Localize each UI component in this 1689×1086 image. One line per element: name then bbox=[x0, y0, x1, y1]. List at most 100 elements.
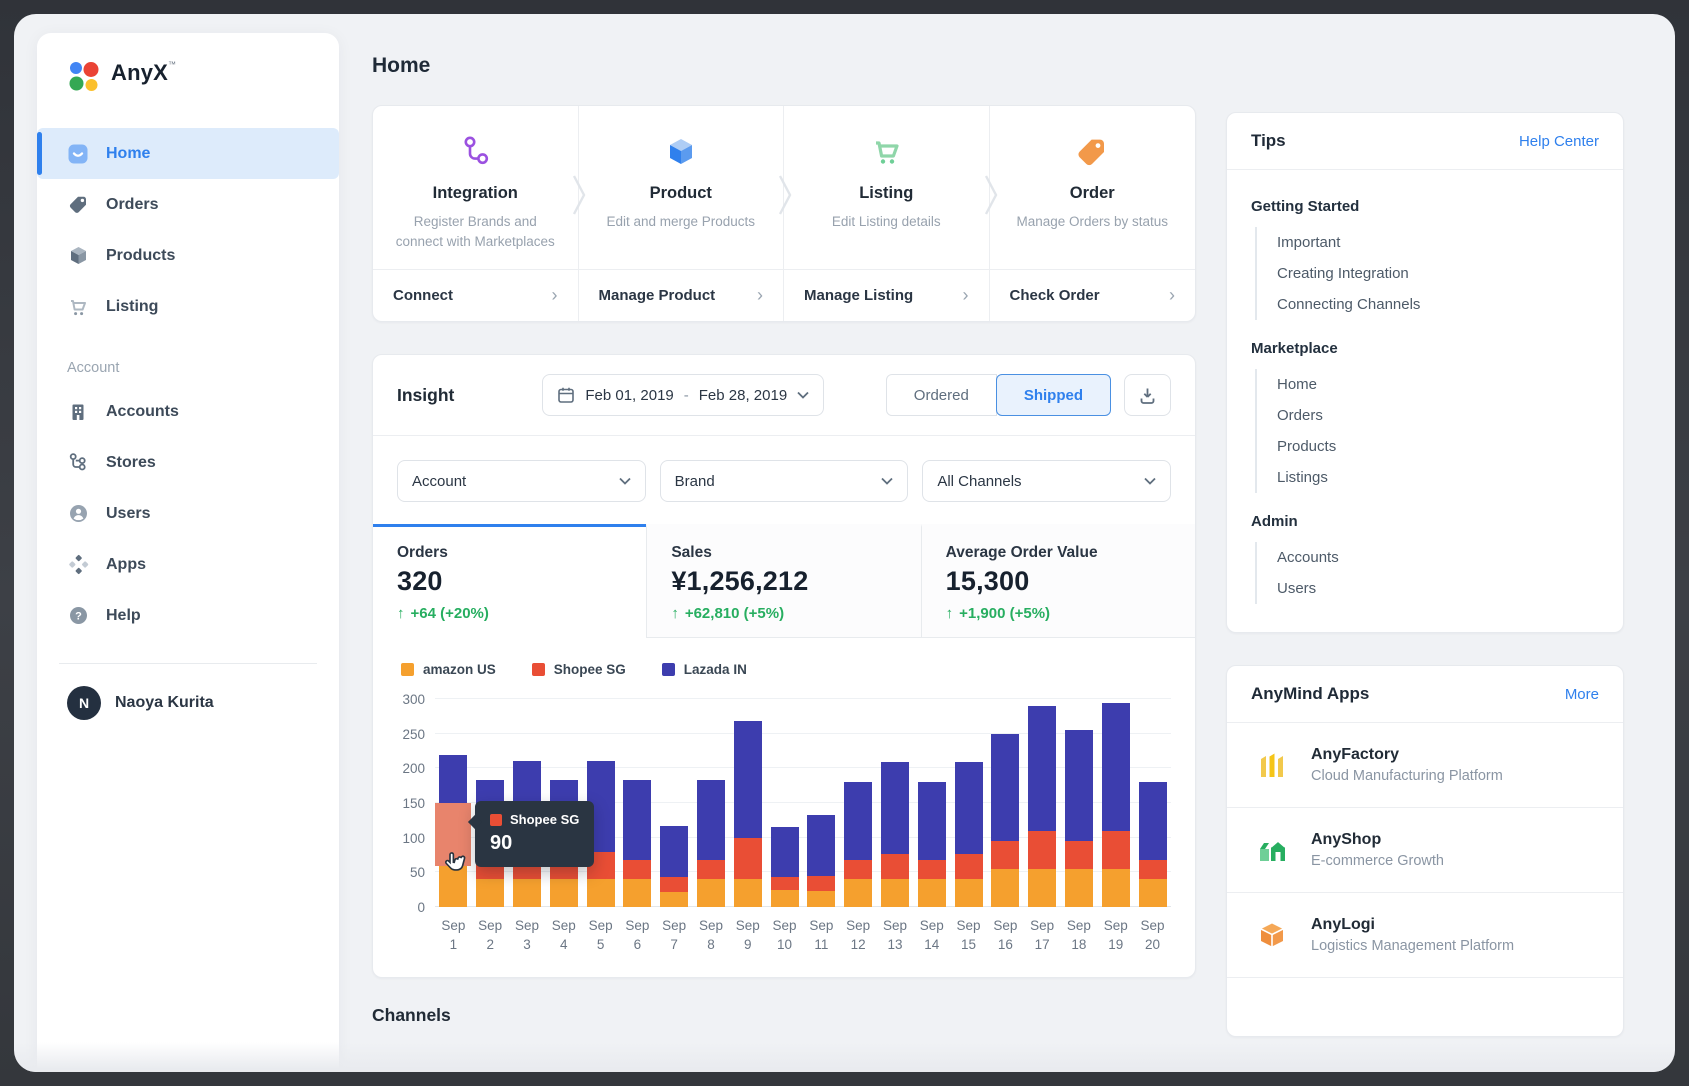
anyx-logo-icon bbox=[69, 62, 99, 91]
up-arrow-icon: ↑ bbox=[397, 605, 405, 623]
tips-link-orders[interactable]: Orders bbox=[1277, 400, 1599, 431]
app-anylogi[interactable]: AnyLogi Logistics Management Platform bbox=[1227, 893, 1623, 978]
account-filter-select[interactable]: Account bbox=[397, 460, 646, 503]
sidebar-section-account: Account bbox=[67, 360, 120, 376]
brand-name: AnyX bbox=[111, 60, 169, 85]
bar-sep-20[interactable] bbox=[1134, 699, 1171, 908]
app-anyshop[interactable]: AnyShop E-commerce Growth bbox=[1227, 808, 1623, 893]
chart-legend: amazon US Shopee SG Lazada IN bbox=[401, 662, 1171, 677]
sidebar: AnyX™ Home Orders Products Listing Accou… bbox=[37, 33, 339, 1072]
x-tick: Sep 14 bbox=[919, 918, 944, 953]
tips-link-accounts[interactable]: Accounts bbox=[1277, 542, 1599, 573]
workflow-step-product: Product Edit and merge Products bbox=[579, 106, 784, 270]
more-link[interactable]: More bbox=[1565, 686, 1599, 703]
manage-listing-button[interactable]: Manage Listing › bbox=[784, 270, 990, 322]
sidebar-item-orders[interactable]: Orders bbox=[37, 179, 339, 230]
toggle-ordered[interactable]: Ordered bbox=[885, 374, 997, 417]
bar-sep-19[interactable] bbox=[1097, 699, 1134, 908]
sidebar-item-home[interactable]: Home bbox=[37, 128, 339, 179]
chart-tooltip: Shopee SG 90 bbox=[475, 801, 595, 868]
manage-product-button[interactable]: Manage Product › bbox=[579, 270, 784, 322]
bar-sep-9[interactable] bbox=[729, 699, 766, 908]
channels-section-title: Channels bbox=[372, 1004, 451, 1025]
legend-swatch bbox=[531, 663, 545, 677]
sidebar-item-products[interactable]: Products bbox=[37, 230, 339, 281]
chevron-right-icon: › bbox=[1169, 285, 1175, 306]
legend-shopee-sg[interactable]: Shopee SG bbox=[531, 662, 626, 677]
anymind-apps-card: AnyMind Apps More AnyFactory Cloud Manuf… bbox=[1226, 665, 1624, 1037]
y-tick: 0 bbox=[417, 900, 425, 916]
date-separator: - bbox=[683, 386, 689, 404]
tab-average-order-value[interactable]: Average Order Value 15,300 ↑ +1,900 (+5%) bbox=[920, 524, 1195, 639]
sidebar-item-help[interactable]: ? Help bbox=[37, 590, 339, 641]
x-tick: Sep 18 bbox=[1066, 918, 1091, 953]
building-icon bbox=[67, 401, 89, 423]
chevron-down-icon bbox=[619, 477, 631, 485]
bar-sep-12[interactable] bbox=[840, 699, 877, 908]
bar-sep-7[interactable] bbox=[656, 699, 693, 908]
toggle-shipped[interactable]: Shipped bbox=[995, 374, 1111, 417]
home-icon bbox=[67, 143, 89, 165]
app-anyfactory[interactable]: AnyFactory Cloud Manufacturing Platform bbox=[1227, 723, 1623, 808]
tips-link-important[interactable]: Important bbox=[1277, 227, 1599, 258]
tab-orders[interactable]: Orders 320 ↑ +64 (+20%) bbox=[373, 524, 647, 639]
sidebar-item-listing[interactable]: Listing bbox=[37, 281, 339, 332]
y-tick: 50 bbox=[409, 865, 425, 881]
bar-sep-13[interactable] bbox=[877, 699, 914, 908]
legend-amazon-us[interactable]: amazon US bbox=[401, 662, 496, 677]
avatar: N bbox=[67, 686, 101, 720]
workflow-card: Integration Register Brands and connect … bbox=[372, 105, 1196, 323]
bar-sep-6[interactable] bbox=[619, 699, 656, 908]
bar-sep-8[interactable] bbox=[693, 699, 730, 908]
tooltip-value: 90 bbox=[490, 832, 513, 855]
help-center-link[interactable]: Help Center bbox=[1519, 133, 1599, 150]
workflow-step-title: Integration bbox=[432, 184, 518, 202]
user-menu[interactable]: N Naoya Kurita bbox=[37, 664, 339, 720]
download-button[interactable] bbox=[1124, 374, 1171, 417]
chevron-right-icon: › bbox=[551, 285, 558, 306]
date-range-picker[interactable]: Feb 01, 2019 - Feb 28, 2019 bbox=[542, 374, 825, 417]
bar-sep-14[interactable] bbox=[913, 699, 950, 908]
x-tick: Sep 5 bbox=[588, 918, 613, 953]
bar-sep-10[interactable] bbox=[766, 699, 803, 908]
connect-button[interactable]: Connect › bbox=[373, 270, 579, 322]
bar-sep-15[interactable] bbox=[950, 699, 987, 908]
tips-link-home[interactable]: Home bbox=[1277, 369, 1599, 400]
sidebar-item-apps[interactable]: Apps bbox=[37, 539, 339, 590]
bar-sep-16[interactable] bbox=[987, 699, 1024, 908]
bar-sep-18[interactable] bbox=[1061, 699, 1098, 908]
workflow-step-title: Product bbox=[649, 184, 712, 202]
tips-link-products[interactable]: Products bbox=[1277, 431, 1599, 462]
sidebar-item-stores[interactable]: Stores bbox=[37, 437, 339, 488]
tips-link-listings[interactable]: Listings bbox=[1277, 462, 1599, 493]
legend-lazada-in[interactable]: Lazada IN bbox=[661, 662, 747, 677]
x-tick: Sep 11 bbox=[809, 918, 834, 953]
insight-card: Insight Feb 01, 2019 - Feb 28, 2019 Orde… bbox=[372, 354, 1196, 978]
app-desc: Logistics Management Platform bbox=[1311, 938, 1515, 954]
tab-sales[interactable]: Sales ¥1,256,212 ↑ +62,810 (+5%) bbox=[646, 524, 921, 639]
bar-sep-11[interactable] bbox=[803, 699, 840, 908]
workflow-step-listing: Listing Edit Listing details bbox=[784, 106, 990, 270]
tooltip-swatch bbox=[490, 813, 502, 826]
bar-sep-17[interactable] bbox=[1024, 699, 1061, 908]
tips-link-connecting-channels[interactable]: Connecting Channels bbox=[1277, 289, 1599, 320]
tips-heading-getting-started: Getting Started bbox=[1251, 198, 1360, 215]
y-tick: 200 bbox=[402, 761, 425, 777]
network-icon bbox=[67, 452, 89, 474]
app-window: AnyX™ Home Orders Products Listing Accou… bbox=[14, 14, 1675, 1072]
tips-link-creating-integration[interactable]: Creating Integration bbox=[1277, 258, 1599, 289]
sidebar-item-accounts[interactable]: Accounts bbox=[37, 386, 339, 437]
tips-link-users[interactable]: Users bbox=[1277, 573, 1599, 604]
x-tick: Sep 13 bbox=[882, 918, 907, 953]
sidebar-item-users[interactable]: Users bbox=[37, 488, 339, 539]
brand-filter-select[interactable]: Brand bbox=[659, 460, 909, 503]
check-order-button[interactable]: Check Order › bbox=[990, 270, 1196, 321]
sidebar-item-label: Stores bbox=[106, 453, 156, 471]
up-arrow-icon: ↑ bbox=[945, 605, 954, 623]
brand-logo: AnyX™ bbox=[37, 33, 339, 94]
legend-swatch bbox=[661, 663, 675, 677]
user-icon bbox=[67, 503, 89, 525]
chart-x-axis: Sep 1 Sep 2 Sep 3 Sep 4 Sep 5 Sep 6 Sep 7 Sep 8 Sep 9 Sep 1… bbox=[435, 917, 1171, 955]
channels-filter-select[interactable]: All Channels bbox=[922, 460, 1172, 503]
user-name: Naoya Kurita bbox=[115, 694, 214, 711]
